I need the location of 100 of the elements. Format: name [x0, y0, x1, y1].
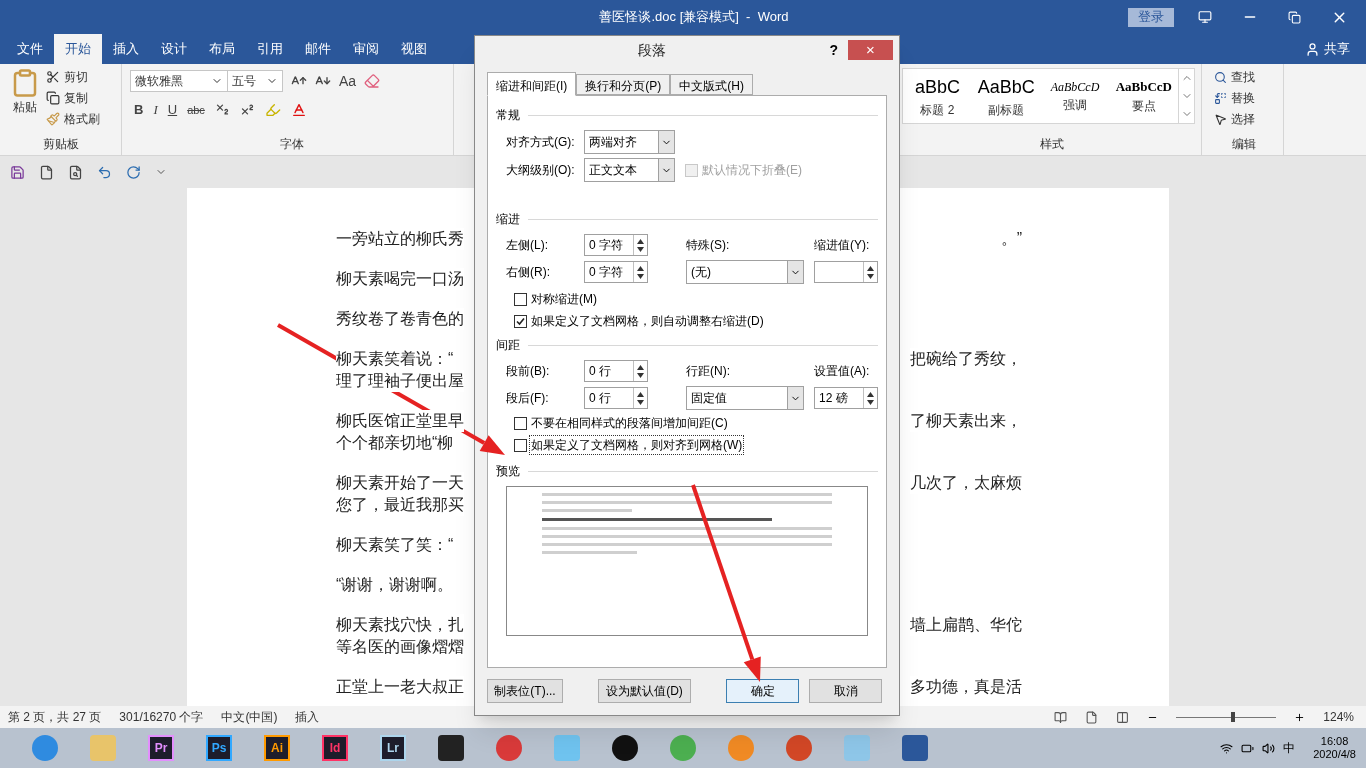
- format-painter-button[interactable]: 格式刷: [46, 110, 100, 128]
- document-text: 柳天素找穴快，扎: [336, 614, 464, 636]
- close-button[interactable]: ×: [848, 40, 893, 60]
- undo-icon[interactable]: [97, 164, 112, 180]
- save-icon[interactable]: [10, 164, 25, 180]
- app-logo-icon[interactable]: Lr: [380, 735, 406, 761]
- search-icon: [1214, 70, 1227, 84]
- spin-field[interactable]: 0 字符: [584, 261, 648, 283]
- ribbon-tab[interactable]: 邮件: [294, 34, 342, 64]
- app-logo-icon[interactable]: Ai: [264, 735, 290, 761]
- spin-field[interactable]: 0 字符: [584, 234, 648, 256]
- checkbox[interactable]: [514, 292, 527, 306]
- spin-arrows-icon: [863, 388, 877, 408]
- checkbox[interactable]: [514, 438, 527, 452]
- document-text: 秀纹卷了卷青色的: [336, 308, 464, 330]
- ribbon-tab[interactable]: 布局: [198, 34, 246, 64]
- ribbon-tab[interactable]: 设计: [150, 34, 198, 64]
- cut-button[interactable]: 剪切: [46, 68, 100, 86]
- zoom-thumb[interactable]: [1231, 711, 1236, 722]
- print-layout-icon[interactable]: [1085, 710, 1099, 724]
- spin-field[interactable]: [814, 261, 878, 283]
- ribbon-tab[interactable]: 开始: [54, 34, 102, 64]
- app-logo-icon[interactable]: Id: [322, 735, 348, 761]
- clock-date[interactable]: 2020/4/8: [1313, 748, 1356, 761]
- change-case-button[interactable]: Aa: [339, 70, 357, 92]
- insert-mode[interactable]: 插入: [295, 708, 320, 726]
- page-count[interactable]: 第 2 页，共 27 页: [8, 708, 102, 726]
- web-layout-icon[interactable]: [1116, 710, 1130, 724]
- clock-time[interactable]: 16:08: [1320, 735, 1349, 748]
- field-label: 段前(B):: [506, 363, 551, 380]
- dropdown-field[interactable]: 正文文本: [584, 158, 675, 182]
- dropdown-field[interactable]: 固定值: [686, 386, 804, 410]
- style-item[interactable]: aBbC 标题 2: [903, 69, 972, 123]
- copy-button[interactable]: 复制: [46, 89, 100, 107]
- dialog-button[interactable]: 确定: [726, 679, 799, 703]
- style-sample: AaBbC: [977, 75, 1035, 99]
- strikethrough-button[interactable]: abc: [187, 101, 205, 118]
- find-button[interactable]: 查找: [1214, 68, 1283, 86]
- font-name-field[interactable]: 微软雅黑: [130, 70, 228, 92]
- read-mode-icon[interactable]: [1054, 710, 1068, 724]
- zoom-level[interactable]: 124%: [1323, 708, 1354, 726]
- ribbon-tab[interactable]: 视图: [390, 34, 438, 64]
- zoom-in-icon[interactable]: [1294, 711, 1306, 723]
- spin-field[interactable]: 12 磅: [814, 387, 878, 409]
- person-add-icon: [1305, 41, 1320, 57]
- document-text: 多功德，真是活: [910, 676, 1022, 698]
- checkbox[interactable]: [514, 314, 527, 328]
- wifi-icon[interactable]: [1220, 741, 1234, 755]
- style-item[interactable]: AaBbCcD 强调: [1040, 69, 1110, 123]
- volume-icon[interactable]: [1262, 741, 1276, 755]
- print-preview-icon[interactable]: [68, 164, 83, 180]
- section-heading: 间距: [496, 337, 520, 354]
- spin-field[interactable]: 0 行: [584, 360, 648, 382]
- spin-arrows-icon: [633, 235, 647, 255]
- dialog-button[interactable]: 取消: [809, 679, 882, 703]
- style-item[interactable]: AaBbCcD 要点: [1109, 69, 1179, 123]
- share-button[interactable]: 共享: [1305, 34, 1350, 64]
- style-name: 副标题: [988, 101, 1025, 119]
- app-logo-icon[interactable]: Pr: [148, 735, 174, 761]
- style-sample: aBbC: [914, 75, 960, 99]
- dialog-button[interactable]: 制表位(T)...: [487, 679, 563, 703]
- new-document-icon[interactable]: [39, 164, 54, 180]
- group-label: 剪贴板: [41, 136, 80, 153]
- dropdown-field[interactable]: (无): [686, 260, 804, 284]
- eraser-icon[interactable]: [364, 73, 381, 89]
- dialog-tab[interactable]: 缩进和间距(I): [487, 72, 577, 96]
- paste-button[interactable]: 粘贴: [10, 68, 40, 135]
- dialog-tab[interactable]: 换行和分页(P): [576, 74, 671, 95]
- dialog-button[interactable]: 设为默认值(D): [598, 679, 691, 703]
- font-size-field[interactable]: 五号: [228, 70, 283, 92]
- underline-button[interactable]: U: [167, 100, 178, 120]
- dialog-title: 段落: [637, 40, 668, 60]
- ribbon-tab[interactable]: 引用: [246, 34, 294, 64]
- bold-button[interactable]: B: [134, 100, 144, 120]
- ribbon-tab[interactable]: 插入: [102, 34, 150, 64]
- redo-icon[interactable]: [126, 164, 141, 180]
- style-item[interactable]: AaBbC 副标题: [971, 69, 1041, 123]
- superscript-icon[interactable]: [239, 102, 255, 118]
- font-color-icon[interactable]: [290, 101, 307, 118]
- word-count[interactable]: 301/16270 个字: [119, 708, 204, 726]
- document-text: 理了理袖子便出屋: [336, 370, 464, 392]
- spin-field[interactable]: 0 行: [584, 387, 648, 409]
- restore-icon[interactable]: [1288, 10, 1301, 24]
- field-label: 行距(N):: [686, 363, 731, 380]
- ribbon-tab[interactable]: 审阅: [342, 34, 390, 64]
- italic-button[interactable]: I: [153, 100, 158, 120]
- checkbox[interactable]: [514, 416, 527, 430]
- ribbon-tab[interactable]: 文件: [6, 34, 54, 64]
- dialog-tab[interactable]: 中文版式(H): [670, 74, 753, 95]
- app-logo-icon[interactable]: Ps: [206, 735, 232, 761]
- subscript-icon[interactable]: [214, 102, 230, 118]
- language-status[interactable]: 中文(中国): [221, 708, 278, 726]
- select-button[interactable]: 选择: [1214, 110, 1283, 128]
- replace-button[interactable]: 替换: [1214, 89, 1283, 107]
- dropdown-field[interactable]: 两端对齐: [584, 130, 675, 154]
- help-button[interactable]: ?: [829, 39, 838, 61]
- input-method[interactable]: 中: [1283, 739, 1296, 757]
- ribbon-display-icon[interactable]: [1198, 10, 1212, 24]
- login-button[interactable]: 登录: [1128, 7, 1174, 27]
- window-title: 善医怪谈.doc [兼容模式] - Word: [598, 8, 790, 27]
